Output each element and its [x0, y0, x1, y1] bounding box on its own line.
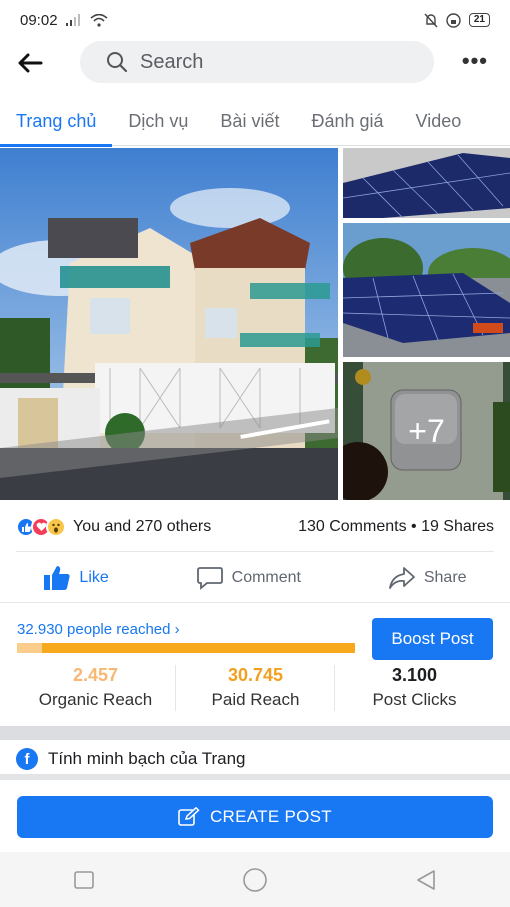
- create-post-bar: CREATE POST: [0, 774, 510, 852]
- solar-roof-photo-2[interactable]: [343, 223, 510, 357]
- android-nav-bar: [0, 852, 510, 907]
- wow-reaction-icon: [46, 517, 66, 537]
- thumbs-up-icon: [44, 566, 71, 590]
- chevron-right-icon: ›: [174, 621, 180, 638]
- home-button[interactable]: [242, 867, 268, 893]
- reactions-summary[interactable]: You and 270 others 130 Comments • 19 Sha…: [16, 512, 494, 542]
- clock: 09:02: [20, 11, 58, 29]
- organic-reach-value: 2.457: [72, 665, 119, 685]
- search-placeholder: Search: [140, 50, 204, 73]
- battery-level: 21: [468, 13, 490, 27]
- inverter-photo[interactable]: +7: [343, 362, 510, 500]
- wifi-icon: [90, 13, 108, 27]
- search-input[interactable]: Search: [80, 41, 434, 83]
- search-icon: [107, 52, 128, 73]
- comment-button[interactable]: Comment: [196, 566, 301, 590]
- paid-reach-label: Paid Reach: [211, 690, 300, 709]
- share-icon: [388, 567, 415, 589]
- arrow-left-icon: [18, 53, 43, 73]
- tab-home[interactable]: Trang chủ: [0, 96, 113, 147]
- comment-icon: [196, 567, 223, 590]
- reach-progress-bar: [17, 643, 355, 653]
- reactions-text: You and 270 others: [73, 518, 212, 535]
- page-transparency-row[interactable]: f Tính minh bạch của Trang: [16, 748, 246, 770]
- post-insights: 32.930 people reached › Boost Post 2.457…: [0, 602, 510, 724]
- post-photo-grid: +7: [0, 148, 510, 500]
- status-bar: 09:02 21: [0, 0, 510, 40]
- people-reached-link[interactable]: 32.930 people reached ›: [17, 621, 180, 638]
- reaction-icons: [16, 517, 66, 537]
- more-options-button[interactable]: •••: [462, 50, 488, 72]
- create-post-label: CREATE POST: [209, 807, 332, 826]
- boost-post-button[interactable]: Boost Post: [372, 618, 493, 660]
- house-photo[interactable]: [0, 148, 338, 500]
- page-tabs: Trang chủ Dịch vụ Bài viết Đánh giá Vide…: [0, 96, 510, 147]
- divider: [16, 551, 494, 552]
- tab-videos[interactable]: Video: [400, 96, 478, 146]
- tab-services[interactable]: Dịch vụ: [112, 96, 204, 146]
- page-transparency-title: Tính minh bạch của Trang: [48, 749, 246, 768]
- organic-reach-fill: [17, 643, 43, 653]
- like-button[interactable]: Like: [43, 565, 109, 591]
- back-button[interactable]: [0, 40, 60, 86]
- comments-shares-count[interactable]: 130 Comments • 19 Shares: [298, 518, 494, 536]
- edit-icon: [178, 807, 200, 826]
- back-nav-button[interactable]: [415, 869, 437, 891]
- tab-posts[interactable]: Bài viết: [204, 96, 295, 146]
- recents-button[interactable]: [73, 870, 95, 890]
- like-label: Like: [79, 569, 109, 586]
- comment-label: Comment: [231, 569, 301, 586]
- signal-icon: [65, 14, 80, 26]
- facebook-icon: f: [16, 748, 38, 770]
- share-label: Share: [423, 569, 467, 586]
- organic-reach-label: Organic Reach: [38, 690, 153, 709]
- paid-reach-value: 30.745: [227, 665, 284, 685]
- mute-bell-icon: [424, 13, 438, 27]
- share-button[interactable]: Share: [388, 566, 467, 590]
- create-post-button[interactable]: CREATE POST: [17, 796, 493, 838]
- more-photos-overlay[interactable]: +7: [343, 362, 510, 500]
- post-clicks-stat: 3.100 Post Clicks: [335, 665, 494, 710]
- solar-roof-photo-1[interactable]: [343, 148, 510, 218]
- lock-circle-icon: [446, 12, 461, 28]
- paid-reach-stat: 30.745 Paid Reach: [176, 665, 335, 710]
- post-clicks-value: 3.100: [391, 665, 438, 685]
- post-actions: Like Comment Share: [0, 557, 510, 599]
- top-bar: Search •••: [0, 40, 510, 86]
- tab-reviews[interactable]: Đánh giá: [295, 96, 399, 146]
- post-clicks-label: Post Clicks: [372, 690, 457, 709]
- people-reached-text: 32.930 people reached: [17, 621, 171, 638]
- organic-reach-stat: 2.457 Organic Reach: [16, 665, 175, 710]
- section-separator: [0, 726, 510, 740]
